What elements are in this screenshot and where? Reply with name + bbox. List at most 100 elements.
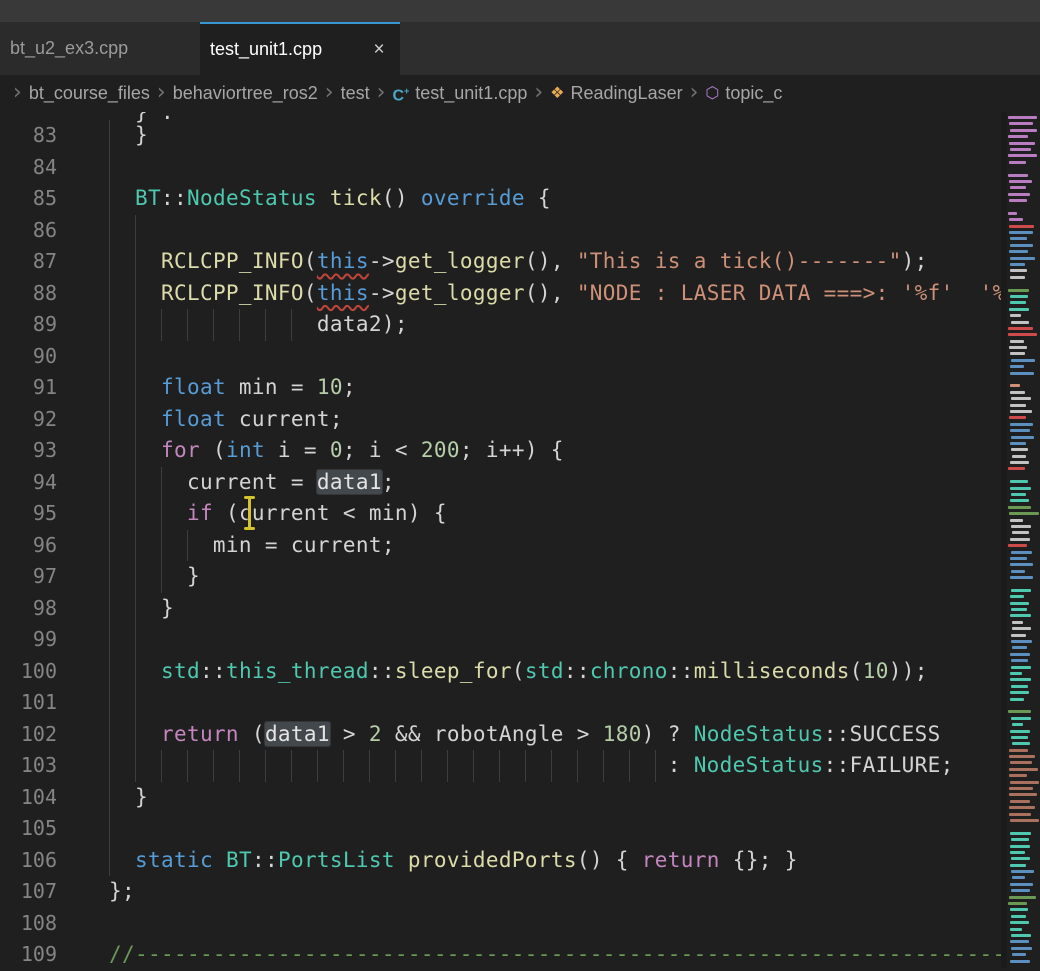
minimap-line bbox=[1011, 666, 1031, 669]
minimap-line bbox=[1010, 352, 1025, 355]
indent-guide bbox=[161, 530, 162, 562]
minimap-line bbox=[1010, 129, 1037, 132]
indent-guide bbox=[343, 750, 344, 782]
code-line: }; bbox=[83, 876, 1001, 908]
minimap-line bbox=[1009, 225, 1035, 228]
indent-guide bbox=[109, 120, 110, 152]
indent-guide bbox=[135, 687, 136, 719]
minimap-line bbox=[1010, 653, 1030, 656]
minimap-line bbox=[1010, 781, 1039, 784]
breadcrumb-label: bt_course_files bbox=[29, 83, 150, 104]
minimap-line bbox=[1009, 122, 1033, 125]
line-number[interactable]: 95 bbox=[0, 498, 83, 530]
line-number[interactable]: 83 bbox=[0, 120, 83, 152]
minimap-line bbox=[1010, 698, 1024, 701]
line-number[interactable]: 89 bbox=[0, 309, 83, 341]
line-number[interactable]: 107 bbox=[0, 876, 83, 908]
code-line bbox=[83, 341, 1001, 373]
line-number[interactable]: 105 bbox=[0, 813, 83, 845]
minimap-line bbox=[1008, 154, 1036, 157]
code-line: } bbox=[83, 782, 1001, 814]
indent-guide bbox=[655, 750, 656, 782]
minimap-line bbox=[1010, 295, 1028, 298]
code-area[interactable]: } . " " } BT::NodeStatus tick() override… bbox=[83, 112, 1001, 968]
line-number[interactable]: 103 bbox=[0, 750, 83, 782]
minimap-line bbox=[1009, 813, 1031, 816]
line-number[interactable]: 88 bbox=[0, 278, 83, 310]
minimap[interactable] bbox=[1007, 112, 1040, 968]
minimap-line bbox=[1012, 876, 1026, 879]
line-number[interactable]: 99 bbox=[0, 624, 83, 656]
minimap-line bbox=[1011, 685, 1028, 688]
line-number-gutter[interactable]: 8384858687888990919293949596979899100101… bbox=[0, 112, 83, 968]
line-number[interactable]: 102 bbox=[0, 719, 83, 751]
indent-guide bbox=[109, 656, 110, 688]
minimap-line bbox=[1010, 391, 1025, 394]
minimap-line bbox=[1010, 960, 1030, 963]
line-number[interactable]: 93 bbox=[0, 435, 83, 467]
indent-guide bbox=[161, 750, 162, 782]
breadcrumb-label: behaviortree_ros2 bbox=[173, 83, 318, 104]
line-number[interactable]: 104 bbox=[0, 782, 83, 814]
line-number[interactable]: 94 bbox=[0, 467, 83, 499]
indent-guide bbox=[109, 467, 110, 499]
chevron-right-icon: › bbox=[13, 80, 22, 105]
minimap-line bbox=[1011, 448, 1028, 451]
minimap-line bbox=[1011, 436, 1034, 439]
minimap-line bbox=[1008, 710, 1031, 713]
indent-guide bbox=[265, 750, 266, 782]
minimap-line bbox=[1010, 538, 1029, 541]
minimap-line bbox=[1011, 870, 1034, 873]
breadcrumb-item-bt_course_files[interactable]: bt_course_files bbox=[29, 83, 150, 104]
line-number[interactable]: 90 bbox=[0, 341, 83, 373]
line-number[interactable]: 98 bbox=[0, 593, 83, 625]
code-line: float current; bbox=[83, 404, 1001, 436]
line-number[interactable]: 109 bbox=[0, 939, 83, 971]
indent-guide bbox=[109, 750, 110, 782]
breadcrumb-label: test bbox=[341, 83, 370, 104]
line-number[interactable]: 85 bbox=[0, 183, 83, 215]
line-number[interactable]: 86 bbox=[0, 215, 83, 247]
line-number[interactable]: 92 bbox=[0, 404, 83, 436]
line-number[interactable]: 100 bbox=[0, 656, 83, 688]
minimap-line bbox=[1010, 614, 1031, 617]
line-number[interactable]: 97 bbox=[0, 561, 83, 593]
indent-guide bbox=[135, 593, 136, 625]
minimap-line bbox=[1012, 646, 1027, 649]
breadcrumb-item-test[interactable]: test bbox=[341, 83, 370, 104]
line-number[interactable]: 87 bbox=[0, 246, 83, 278]
minimap-line bbox=[1008, 327, 1034, 330]
breadcrumb-item-behaviortree_ros2[interactable]: behaviortree_ros2 bbox=[173, 83, 318, 104]
editor: 8384858687888990919293949596979899100101… bbox=[0, 112, 1040, 968]
line-number[interactable]: 108 bbox=[0, 908, 83, 940]
minimap-line bbox=[1009, 416, 1026, 419]
tab-bt_u2_ex3-cpp[interactable]: bt_u2_ex3.cpp bbox=[0, 22, 200, 75]
code-line bbox=[83, 624, 1001, 656]
chevron-right-icon: › bbox=[377, 80, 386, 105]
indent-guide bbox=[109, 719, 110, 751]
code-line: data2); bbox=[83, 309, 1001, 341]
line-number[interactable]: 91 bbox=[0, 372, 83, 404]
minimap-line bbox=[1012, 531, 1029, 534]
chevron-right-icon: › bbox=[534, 80, 543, 105]
line-number[interactable]: 96 bbox=[0, 530, 83, 562]
line-number[interactable]: 106 bbox=[0, 845, 83, 877]
indent-guide bbox=[395, 750, 396, 782]
code-line bbox=[83, 687, 1001, 719]
breadcrumb-item-topic_c[interactable]: ⬡topic_c bbox=[705, 83, 782, 104]
breadcrumb-item-ReadingLaser[interactable]: ❖ReadingLaser bbox=[550, 83, 682, 104]
line-number[interactable]: 101 bbox=[0, 687, 83, 719]
indent-guide bbox=[135, 278, 136, 310]
close-icon[interactable]: × bbox=[368, 39, 390, 61]
indent-guide bbox=[109, 152, 110, 184]
chevron-right-icon: › bbox=[325, 80, 334, 105]
breadcrumb-item-test_unit1-cpp[interactable]: C+test_unit1.cpp bbox=[392, 83, 527, 104]
code-line: } bbox=[83, 120, 1001, 152]
line-number[interactable]: 84 bbox=[0, 152, 83, 184]
minimap-line bbox=[1011, 838, 1029, 841]
indent-guide bbox=[577, 750, 578, 782]
tab-test_unit1-cpp[interactable]: test_unit1.cpp× bbox=[200, 22, 400, 75]
tab-label: bt_u2_ex3.cpp bbox=[10, 38, 190, 59]
minimap-line bbox=[1010, 672, 1022, 675]
breadcrumb-label: test_unit1.cpp bbox=[415, 83, 527, 104]
